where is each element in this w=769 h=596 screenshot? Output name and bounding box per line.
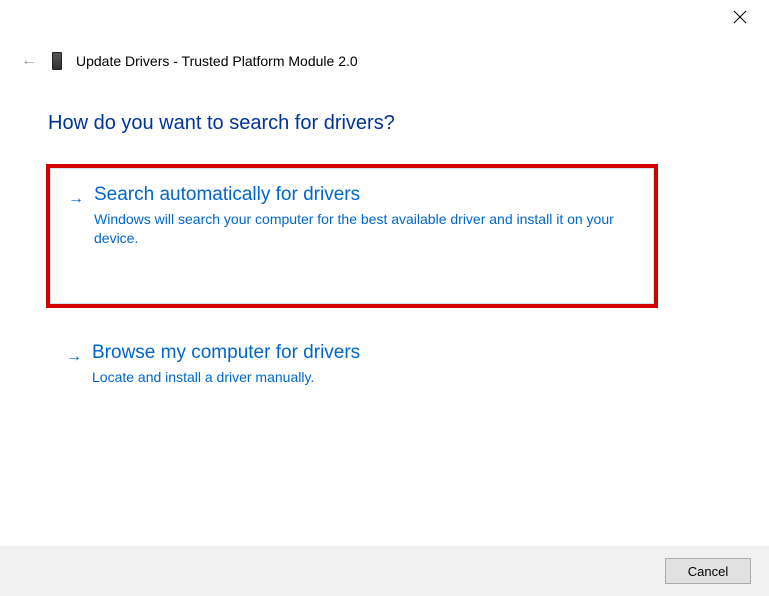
dialog-footer: Cancel bbox=[0, 546, 769, 596]
close-button[interactable] bbox=[733, 10, 749, 26]
arrow-right-icon: → bbox=[68, 190, 84, 208]
header-row: ← Update Drivers - Trusted Platform Modu… bbox=[20, 52, 358, 70]
titlebar bbox=[0, 0, 769, 32]
option-title: Search automatically for drivers bbox=[94, 184, 636, 206]
close-icon bbox=[733, 10, 747, 24]
arrow-right-icon: → bbox=[66, 348, 82, 366]
option-description: Windows will search your computer for th… bbox=[94, 210, 636, 248]
option-browse-computer[interactable]: → Browse my computer for drivers Locate … bbox=[48, 326, 656, 405]
option-description: Locate and install a driver manually. bbox=[92, 368, 638, 387]
window-title: Update Drivers - Trusted Platform Module… bbox=[76, 53, 358, 69]
option-search-automatically[interactable]: → Search automatically for drivers Windo… bbox=[48, 166, 656, 306]
cancel-button[interactable]: Cancel bbox=[665, 558, 751, 584]
back-arrow-icon: ← bbox=[20, 52, 38, 70]
device-chip-icon bbox=[52, 52, 62, 70]
option-title: Browse my computer for drivers bbox=[92, 342, 638, 364]
page-heading: How do you want to search for drivers? bbox=[48, 112, 395, 135]
